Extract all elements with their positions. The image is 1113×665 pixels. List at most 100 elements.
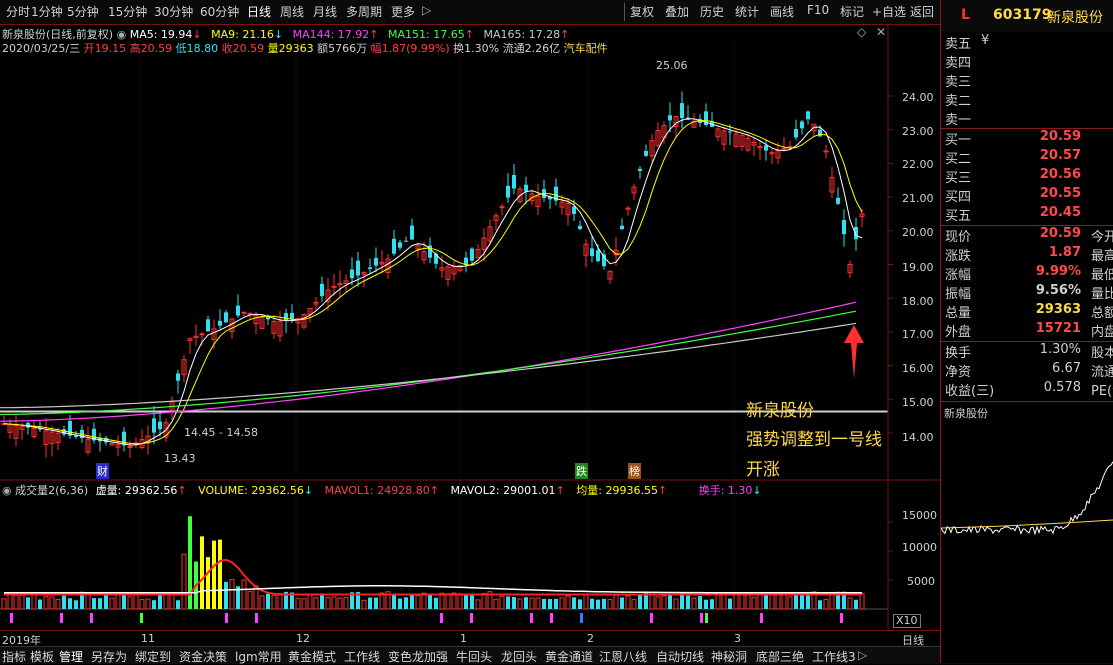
tab-fund-decision[interactable]: 资金决策 bbox=[179, 648, 227, 665]
back-button[interactable]: 返回 bbox=[910, 3, 934, 20]
tab-lgm-common[interactable]: lgm常用 bbox=[235, 648, 282, 665]
kline-chart[interactable] bbox=[0, 24, 940, 630]
volume-bar bbox=[392, 593, 396, 609]
settings-icon[interactable]: ◉ bbox=[2, 484, 12, 497]
tab-bind-to[interactable]: 绑定到 bbox=[135, 648, 171, 665]
toolbar-period-tab[interactable]: 周线 bbox=[280, 3, 304, 20]
order-bid-row[interactable]: 买一 20.59 bbox=[945, 129, 1113, 148]
volume-bar bbox=[854, 599, 858, 609]
quote-value: 29363 bbox=[1035, 302, 1081, 317]
draw-line-button[interactable]: 画线 bbox=[770, 3, 794, 20]
volume-bar bbox=[122, 594, 126, 609]
add-watchlist-button[interactable]: +自选 bbox=[872, 3, 906, 20]
f10-button[interactable]: F10 bbox=[807, 3, 829, 17]
tab-bottom-three[interactable]: 底部三绝 bbox=[756, 648, 804, 665]
tab-auto-trendline[interactable]: 自动切线 bbox=[656, 648, 704, 665]
trend-arrow-icon: ↑ bbox=[177, 484, 187, 497]
volume-bar bbox=[31, 594, 37, 610]
candle-body bbox=[512, 174, 516, 189]
tab-work-line[interactable]: 工作线 bbox=[344, 648, 380, 665]
intraday-mini-chart[interactable] bbox=[941, 420, 1113, 645]
toolbar-period-tab[interactable]: 月线 bbox=[313, 3, 337, 20]
statistics-button[interactable]: 统计 bbox=[735, 3, 759, 20]
tab-indicator[interactable]: 指标 bbox=[2, 648, 26, 665]
volume-bar bbox=[266, 593, 270, 609]
toolbar-period-tab[interactable]: 多周期 bbox=[346, 3, 382, 20]
candle-body bbox=[680, 103, 684, 119]
candle-body bbox=[470, 248, 474, 261]
up-arrow-icon bbox=[844, 325, 864, 379]
toolbar-period-tab-active[interactable]: 日线 bbox=[247, 3, 271, 20]
fin-row: 净资 6.67 流通 bbox=[945, 361, 1113, 380]
order-ask-row[interactable]: 卖二 bbox=[945, 90, 1113, 109]
more-arrow-icon[interactable]: ▷ bbox=[422, 3, 431, 17]
ma151-line bbox=[0, 310, 857, 416]
tab-dragon-turn[interactable]: 龙回头 bbox=[501, 648, 537, 665]
trend-arrow-icon: ↑ bbox=[429, 484, 439, 497]
volume-bar bbox=[224, 581, 228, 609]
history-button[interactable]: 历史 bbox=[700, 3, 724, 20]
volume-bar bbox=[733, 592, 739, 610]
order-ask-row[interactable]: 卖三 bbox=[945, 71, 1113, 90]
tab-template[interactable]: 模板 bbox=[30, 648, 54, 665]
volume-bar bbox=[542, 598, 546, 609]
tab-save-as[interactable]: 另存为 bbox=[91, 648, 127, 665]
volume-bar bbox=[277, 593, 283, 610]
order-bid-row[interactable]: 买四 20.55 bbox=[945, 186, 1113, 205]
volume-bar bbox=[769, 593, 775, 610]
tab-golden-mode[interactable]: 黄金模式 bbox=[288, 648, 336, 665]
toolbar-period-tab[interactable]: 5分钟 bbox=[67, 3, 99, 20]
tab-gann-lines[interactable]: 江恩八线 bbox=[599, 648, 647, 665]
panel-divider bbox=[941, 401, 1113, 402]
event-tag-rank[interactable]: 榜 bbox=[628, 463, 641, 479]
volume-bar bbox=[823, 598, 829, 610]
order-bid-row[interactable]: 买五 20.45 bbox=[945, 205, 1113, 224]
volume-bar bbox=[109, 597, 115, 610]
toolbar-period-tab[interactable]: 1分钟 bbox=[31, 3, 63, 20]
low-marker: 13.43 bbox=[164, 452, 196, 465]
tab-mystery-hole[interactable]: 神秘洞 bbox=[711, 648, 747, 665]
volume-bar bbox=[307, 593, 313, 610]
event-tag-finance[interactable]: 财 bbox=[96, 463, 109, 479]
tab-scroll-icon[interactable]: ▷ bbox=[858, 648, 867, 662]
toolbar-period-tab[interactable]: 60分钟 bbox=[200, 3, 239, 20]
event-tag-drop[interactable]: 跌 bbox=[575, 463, 588, 479]
candle-body bbox=[398, 242, 402, 248]
tab-bull-turn[interactable]: 牛回头 bbox=[456, 648, 492, 665]
ma9-line bbox=[3, 120, 863, 445]
tab-chameleon[interactable]: 变色龙加强 bbox=[388, 648, 448, 665]
order-bid-row[interactable]: 买三 20.56 bbox=[945, 167, 1113, 186]
candle-body bbox=[794, 128, 798, 138]
candle-body bbox=[823, 150, 829, 153]
price-tick: 14.00 bbox=[902, 431, 934, 444]
tab-work-line-3[interactable]: 工作线3 bbox=[812, 648, 856, 665]
tab-manage[interactable]: 管理 bbox=[59, 648, 83, 665]
ask-label: 卖二 bbox=[945, 94, 972, 109]
ma5-line bbox=[3, 118, 863, 446]
volume-bar bbox=[19, 594, 25, 610]
period-toolbar: 分时 1分钟 5分钟 15分钟 30分钟 60分钟 日线 周线 月线 多周期 更… bbox=[0, 0, 940, 25]
annotation-comment: 强势调整到一号线 bbox=[746, 430, 882, 450]
order-ask-row[interactable]: 卖四 bbox=[945, 52, 1113, 71]
volume-bar bbox=[517, 598, 523, 610]
order-ask-row[interactable]: 卖五 ¥ bbox=[945, 33, 1113, 52]
tab-golden-channel[interactable]: 黄金通道 bbox=[545, 648, 593, 665]
quote-label: 总量 bbox=[945, 306, 972, 321]
volume-bar bbox=[428, 595, 432, 609]
toolbar-period-tab[interactable]: 30分钟 bbox=[154, 3, 193, 20]
restore-right-button[interactable]: 复权 bbox=[630, 3, 654, 20]
volume-bar bbox=[331, 596, 337, 610]
order-bid-row[interactable]: 买二 20.57 bbox=[945, 148, 1113, 167]
order-ask-row[interactable]: 卖一 bbox=[945, 109, 1113, 128]
moving-average-lines bbox=[0, 118, 863, 446]
intraday-price-line bbox=[941, 461, 1113, 536]
toolbar-period-tab[interactable]: 更多 bbox=[391, 3, 415, 20]
toolbar-period-tab[interactable]: 15分钟 bbox=[108, 3, 147, 20]
candle-body bbox=[590, 248, 594, 257]
toolbar-period-tab[interactable]: 分时 bbox=[6, 3, 30, 20]
volume-bar bbox=[404, 597, 408, 609]
volume-bar bbox=[806, 594, 810, 609]
mark-button[interactable]: 标记 bbox=[840, 3, 864, 20]
volume-bar bbox=[152, 600, 156, 609]
overlay-button[interactable]: 叠加 bbox=[665, 3, 689, 20]
